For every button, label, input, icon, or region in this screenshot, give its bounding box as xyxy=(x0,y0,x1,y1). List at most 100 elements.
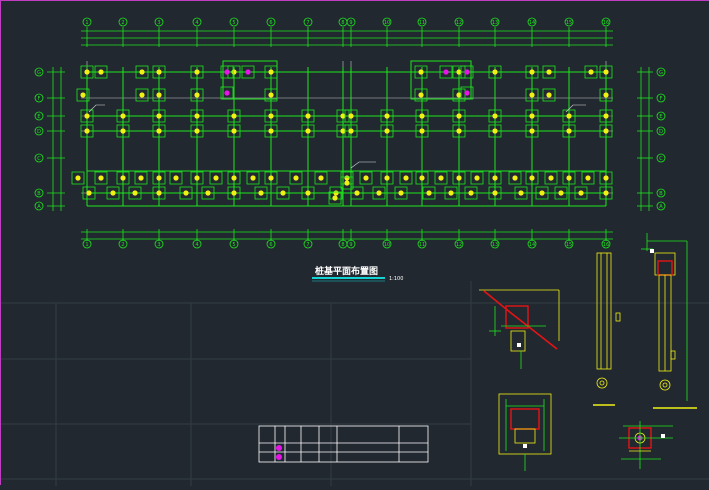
pile xyxy=(194,92,200,98)
pile xyxy=(518,190,524,196)
pile xyxy=(84,113,90,119)
pile xyxy=(585,175,591,181)
pile xyxy=(268,69,274,75)
pile xyxy=(183,190,189,196)
pile xyxy=(344,175,350,181)
pile xyxy=(231,128,237,134)
axis-label-10: 10 xyxy=(384,20,390,26)
pile xyxy=(205,190,211,196)
pile xyxy=(456,175,462,181)
axis-label-E: E xyxy=(37,114,40,120)
axis-label-5: 5 xyxy=(232,242,235,248)
pile xyxy=(268,128,274,134)
axis-label-3: 3 xyxy=(157,20,160,26)
axis-label-4: 4 xyxy=(195,20,198,26)
pile xyxy=(138,175,144,181)
pile xyxy=(546,92,552,98)
pile xyxy=(548,175,554,181)
pile xyxy=(603,190,609,196)
pile xyxy=(194,69,200,75)
pile xyxy=(529,69,535,75)
axis-label-12: 12 xyxy=(456,20,462,26)
pile xyxy=(456,128,462,134)
dimension-lines xyxy=(47,27,653,241)
axis-label-G: G xyxy=(659,70,663,76)
axis-label-1: 1 xyxy=(85,20,88,26)
pile xyxy=(231,69,237,75)
pile xyxy=(231,113,237,119)
pile xyxy=(354,190,360,196)
pile xyxy=(318,175,324,181)
foundation-plan: 1122334455667788991010111112121313141415… xyxy=(34,17,666,249)
pile xyxy=(231,190,237,196)
cad-canvas[interactable]: 1 1 2 2 3 3 4 4 5 5 6 6 7 7 8 8 9 9 10 10 11 11 12 12 13 13 14 14 15… xyxy=(0,0,709,486)
pile xyxy=(98,69,104,75)
pile xyxy=(529,128,535,134)
drawing-title: 桩基平面布置图 xyxy=(315,265,378,277)
pile xyxy=(332,195,338,201)
pile xyxy=(419,113,425,119)
section-details xyxy=(479,233,697,471)
pile xyxy=(529,113,535,119)
axis-label-3: 3 xyxy=(157,242,160,248)
pile xyxy=(492,69,498,75)
pile xyxy=(156,69,162,75)
detail-slope-section xyxy=(479,289,560,369)
pile xyxy=(268,175,274,181)
axis-label-15: 15 xyxy=(566,20,572,26)
axis-label-1: 1 xyxy=(85,242,88,248)
pile xyxy=(156,175,162,181)
pile xyxy=(603,128,609,134)
pile xyxy=(363,175,369,181)
leader-lines xyxy=(88,104,586,169)
pile xyxy=(443,69,449,75)
axis-label-16: 16 xyxy=(603,20,609,26)
axis-label-11: 11 xyxy=(419,20,425,26)
pile xyxy=(398,190,404,196)
axis-label-10: 10 xyxy=(384,242,390,248)
pile xyxy=(603,113,609,119)
pile xyxy=(139,92,145,98)
pile-foundation-drawing: 1122334455667788991010111112121313141415… xyxy=(1,17,709,486)
pile xyxy=(120,175,126,181)
pile xyxy=(333,190,339,196)
pile xyxy=(173,175,179,181)
axis-label-7: 7 xyxy=(306,242,309,248)
pile xyxy=(258,190,264,196)
pile xyxy=(156,113,162,119)
pile xyxy=(120,113,126,119)
axis-label-D: D xyxy=(37,129,41,135)
pile xyxy=(464,69,470,75)
pile xyxy=(529,175,535,181)
axis-label-7: 7 xyxy=(306,20,309,26)
axis-label-11: 11 xyxy=(419,242,425,248)
pile xyxy=(231,175,237,181)
pile xyxy=(403,175,409,181)
pile xyxy=(603,175,609,181)
pile xyxy=(156,128,162,134)
axis-label-8: 8 xyxy=(341,242,344,248)
axis-label-9: 9 xyxy=(349,242,352,248)
axis-label-2: 2 xyxy=(121,242,124,248)
pile xyxy=(419,128,425,134)
pile xyxy=(376,190,382,196)
pile xyxy=(588,69,594,75)
pile xyxy=(512,175,518,181)
pile xyxy=(280,190,286,196)
pile xyxy=(80,92,86,98)
pile xyxy=(344,180,350,186)
detail-cap-plan xyxy=(619,421,673,469)
pile xyxy=(156,92,162,98)
pile xyxy=(110,190,116,196)
axis-label-B: B xyxy=(659,191,663,197)
table-pile-marker xyxy=(276,454,282,460)
pile xyxy=(194,175,200,181)
pile xyxy=(224,90,230,96)
pile xyxy=(348,113,354,119)
axis-label-8: 8 xyxy=(341,20,344,26)
pile xyxy=(492,175,498,181)
axis-label-5: 5 xyxy=(232,20,235,26)
pile xyxy=(84,69,90,75)
pile xyxy=(305,113,311,119)
axis-label-16: 16 xyxy=(603,242,609,248)
